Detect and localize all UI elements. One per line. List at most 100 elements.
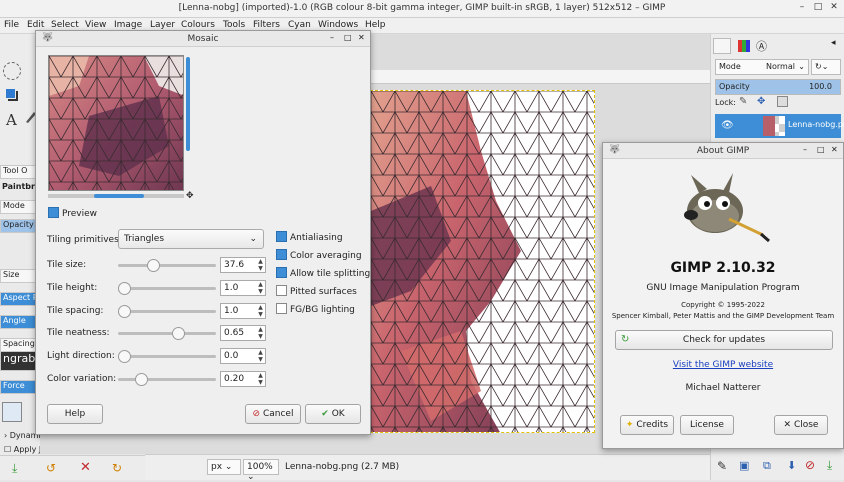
tile-height-slider[interactable] xyxy=(118,282,216,295)
tile-neatness-spin[interactable]: 0.65 ▲ ▼ xyxy=(220,325,266,341)
license-button[interactable]: License xyxy=(680,415,734,435)
close-icon[interactable]: ✕ xyxy=(828,2,840,14)
tile-spacing-slider[interactable] xyxy=(118,305,216,318)
tile-size-slider[interactable] xyxy=(118,259,216,272)
tile-size-spin[interactable]: 37.6 ▲ ▼ xyxy=(220,257,266,273)
mode-label[interactable]: Mode xyxy=(0,200,40,214)
visibility-eye-icon[interactable]: 👁 xyxy=(721,120,734,131)
allow-tile-splitting-checkbox[interactable]: Allow tile splitting xyxy=(276,267,370,280)
about-dialog: 🐺 About GIMP – □ ✕ GIMP 2.10.32 GNU Imag… xyxy=(602,142,844,449)
duplicate-layer-icon[interactable]: ⧉ xyxy=(763,459,771,473)
layer-opacity-field[interactable]: Opacity 100.0 xyxy=(715,79,841,95)
check-updates-button[interactable]: ↻ Check for updates xyxy=(615,330,833,350)
dock-menu-icon[interactable]: ◂ xyxy=(831,38,836,48)
spacing-label[interactable]: Spacing xyxy=(0,338,40,352)
antialiasing-checkbox[interactable]: Antialiasing xyxy=(276,231,343,244)
minimize-icon[interactable]: – xyxy=(796,2,808,14)
close-icon[interactable]: ✕ xyxy=(358,33,365,42)
minimize-icon[interactable]: – xyxy=(330,33,334,42)
tile-height-spin[interactable]: 1.0 ▲ ▼ xyxy=(220,280,266,296)
anchor-icon[interactable]: ⤓ xyxy=(827,458,832,473)
maximize-icon[interactable]: □ xyxy=(344,33,352,42)
menu-select[interactable]: Select xyxy=(51,20,79,30)
channels-tab-icon[interactable] xyxy=(735,38,753,54)
light-direction-spin[interactable]: 0.0 ▲ ▼ xyxy=(220,348,266,364)
light-direction-slider[interactable] xyxy=(118,350,216,363)
tool-options-tab[interactable]: Tool O xyxy=(0,165,40,179)
maximize-icon[interactable]: □ xyxy=(812,2,824,14)
menu-colours[interactable]: Colours xyxy=(181,20,215,30)
mosaic-preview[interactable] xyxy=(48,55,184,191)
text-tool-icon[interactable]: A xyxy=(3,110,21,129)
maximize-icon[interactable]: □ xyxy=(817,145,825,154)
delete-layer-icon[interactable]: ⊘ xyxy=(805,458,815,472)
gimp-website-link[interactable]: Visit the GIMP website xyxy=(603,360,843,370)
dynamics-icon[interactable] xyxy=(2,402,22,422)
angle-label[interactable]: Angle xyxy=(0,315,40,329)
menu-edit[interactable]: Edit xyxy=(27,20,44,30)
minimize-icon[interactable]: – xyxy=(803,145,807,154)
slider-knob[interactable] xyxy=(118,282,131,295)
size-label[interactable]: Size xyxy=(0,269,40,283)
navigate-icon[interactable]: ✥ xyxy=(186,191,194,201)
delete-icon[interactable]: ✕ xyxy=(80,460,91,475)
image-canvas[interactable] xyxy=(370,90,595,433)
color-averaging-checkbox[interactable]: Color averaging xyxy=(276,249,362,262)
brush-name[interactable]: ngrab xyxy=(0,351,40,371)
menu-image[interactable]: Image xyxy=(114,20,142,30)
lock-alpha-icon[interactable] xyxy=(777,96,788,107)
slider-knob[interactable] xyxy=(135,373,148,386)
menu-file[interactable]: File xyxy=(4,20,19,30)
close-button[interactable]: ✕ Close xyxy=(774,415,828,435)
pitted-surfaces-checkbox[interactable]: Pitted surfaces xyxy=(276,285,357,298)
menu-cyan[interactable]: Cyan xyxy=(288,20,311,30)
preview-hscrollbar-track[interactable] xyxy=(48,194,184,198)
lock-pixels-icon[interactable]: ✎ xyxy=(739,96,747,107)
zoom-select[interactable]: 100% ⌄ xyxy=(243,459,279,482)
crop-icon[interactable] xyxy=(3,86,21,104)
fgbg-lighting-checkbox[interactable]: FG/BG lighting xyxy=(276,303,355,316)
edit-layer-icon[interactable]: ✎ xyxy=(717,459,727,473)
tile-neatness-slider[interactable] xyxy=(118,327,216,340)
menu-windows[interactable]: Windows xyxy=(318,20,358,30)
slider-knob[interactable] xyxy=(147,259,160,272)
preview-vscrollbar[interactable] xyxy=(186,57,190,151)
menu-help[interactable]: Help xyxy=(365,20,386,30)
help-button[interactable]: Help xyxy=(47,404,103,424)
color-variation-spin[interactable]: 0.20 ▲ ▼ xyxy=(220,371,266,387)
close-icon[interactable]: ✕ xyxy=(831,145,838,154)
cancel-button[interactable]: ⊘ Cancel xyxy=(245,404,301,424)
color-variation-slider[interactable] xyxy=(118,373,216,386)
slider-knob[interactable] xyxy=(118,350,131,363)
layer-row[interactable]: 👁 Lenna-nobg.pn xyxy=(715,114,844,138)
slider-knob[interactable] xyxy=(118,305,131,318)
ellipse-select-icon[interactable] xyxy=(3,62,21,80)
preview-checkbox[interactable]: Preview xyxy=(48,207,97,219)
merge-icon[interactable]: ⬇ xyxy=(787,459,796,472)
slider-knob[interactable] xyxy=(172,327,185,340)
lock-position-icon[interactable]: ✥ xyxy=(757,96,765,107)
aspect-label[interactable]: Aspect R xyxy=(0,292,40,306)
tile-neatness-label: Tile neatness: xyxy=(47,328,110,338)
menu-view[interactable]: View xyxy=(85,20,106,30)
menu-filters[interactable]: Filters xyxy=(253,20,280,30)
preview-image xyxy=(49,56,183,190)
tile-spacing-spin[interactable]: 1.0 ▲ ▼ xyxy=(220,303,266,319)
menu-tools[interactable]: Tools xyxy=(223,20,245,30)
paths-tab-icon[interactable]: Ⓐ xyxy=(756,38,774,54)
tiling-select[interactable]: Triangles ⌄ xyxy=(118,229,264,249)
blend-space-icon[interactable]: ↻⌄ xyxy=(811,59,841,75)
reset-icon[interactable]: ↻ xyxy=(112,461,122,475)
opacity-label[interactable]: Opacity xyxy=(0,219,40,233)
restore-icon[interactable]: ↺ xyxy=(46,461,56,475)
credits-button[interactable]: ✦ Credits xyxy=(620,415,674,435)
unit-select[interactable]: px ⌄ xyxy=(207,459,241,475)
force-label[interactable]: Force xyxy=(0,380,40,394)
close-x-icon: ✕ xyxy=(783,420,792,430)
menu-layer[interactable]: Layer xyxy=(150,20,175,30)
layers-tab-icon[interactable] xyxy=(713,38,731,54)
new-layer-icon[interactable]: ▣ xyxy=(739,459,749,472)
save-options-icon[interactable]: ⤓ xyxy=(12,461,17,476)
ok-button[interactable]: ✔ OK xyxy=(305,404,361,424)
layer-mode-select[interactable]: Mode Normal ⌄ xyxy=(715,59,809,75)
